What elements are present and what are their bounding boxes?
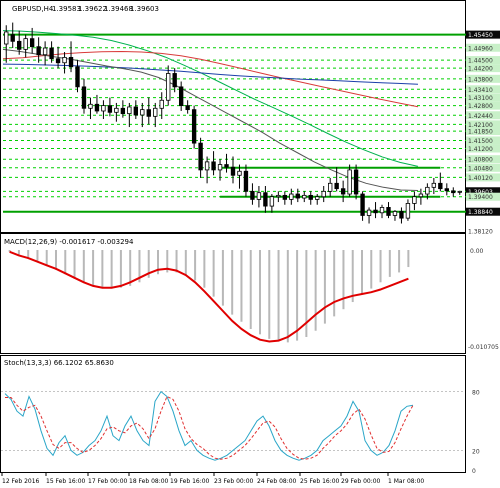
price-tick-label: 1.44200 — [468, 66, 493, 73]
stoch-tick-label: 80 — [472, 390, 480, 397]
price-axis: 1.45450 1.44960 1.445001.44200 1.43800 1.434… — [466, 30, 500, 475]
macd-tick-label: 0.00 — [470, 248, 484, 255]
time-tick-label: 29 Feb 00:00 — [341, 478, 381, 485]
time-tick-label: 24 Feb 08:00 — [257, 478, 297, 485]
price-tick-label: 1.39400 — [468, 194, 493, 201]
time-tick-label: 23 Feb 00:00 — [214, 478, 254, 485]
price-tick-label: 1.40800 — [468, 157, 493, 164]
price-tick-label: 1.43100 — [468, 95, 493, 102]
chart-symbol-title: GBPUSD,H4 — [12, 5, 54, 13]
price-tick-label: 1.44960 — [468, 45, 493, 52]
candle — [191, 105, 197, 149]
price-tick-label: 1.42440 — [468, 113, 493, 120]
price-tick-label: 1.42800 — [468, 103, 493, 110]
time-tick-label: 19 Feb 16:00 — [170, 478, 210, 485]
price-tick-label: 1.44500 — [468, 58, 493, 65]
price-tick-label: 1.38120 — [468, 229, 493, 236]
ohlc-open: 1.39583 — [52, 5, 81, 13]
price-tick-label: 1.43410 — [468, 87, 493, 94]
price-tick-label: 1.41850 — [468, 129, 493, 136]
time-tick-label: 25 Feb 16:00 — [300, 478, 340, 485]
chart-root: 1.45450 1.44960 1.445001.44200 1.43800 1.434… — [0, 0, 500, 485]
price-tick-label: 1.38840 — [468, 209, 493, 216]
macd-tick-label: -0.010705 — [468, 344, 499, 351]
time-tick-label: 12 Feb 2016 — [2, 478, 40, 485]
time-tick-label: 18 Feb 08:00 — [129, 478, 169, 485]
price-tick-label: 1.41500 — [468, 138, 493, 145]
stoch-title: Stoch(13,3,3) 66.1202 65.8630 — [4, 359, 114, 367]
stoch-tick-label: 0 — [472, 468, 476, 475]
price-tick-label: 1.43800 — [468, 76, 493, 83]
macd-title: MACD(12,26,9) -0.001617 -0.003294 — [4, 238, 134, 246]
stoch-panel-border — [0, 355, 466, 473]
price-tick-label: 1.41200 — [468, 146, 493, 153]
time-tick-label: 1 Mar 08:00 — [388, 478, 424, 485]
ohlc-close: 1.39603 — [130, 5, 159, 13]
price-tick-label: 1.40480 — [468, 165, 493, 172]
time-axis: 12 Feb 2016 15 Feb 16:00 17 Feb 00:00 18 Fe… — [1, 473, 424, 485]
price-tick-label: 1.40120 — [468, 175, 493, 182]
time-tick-label: 15 Feb 16:00 — [46, 478, 86, 485]
time-tick-label: 17 Feb 00:00 — [88, 478, 128, 485]
ohlc-low: 1.39468 — [104, 5, 133, 13]
price-tick-label: 1.45450 — [468, 32, 493, 39]
ohlc-high: 1.39622 — [78, 5, 107, 13]
candle — [353, 164, 359, 200]
stoch-tick-label: 20 — [472, 448, 480, 455]
